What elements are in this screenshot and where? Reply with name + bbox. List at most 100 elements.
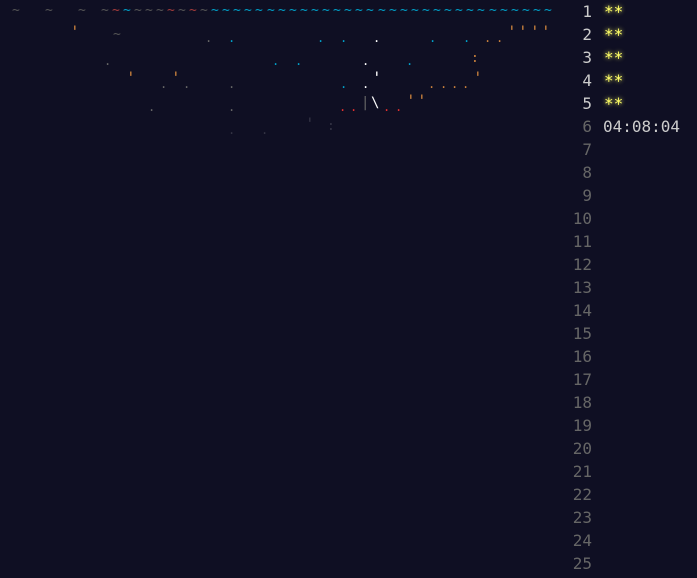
tilde-wave-icon: ~ <box>178 3 186 18</box>
calendar-day-4[interactable]: 4 ** <box>560 69 697 92</box>
colon-glyph-icon: : <box>327 119 335 134</box>
day-number: 2 <box>582 25 592 44</box>
dot-glyph-icon: . <box>496 31 504 45</box>
star-icon: ** <box>604 48 624 67</box>
tilde-wave-icon: ~ <box>522 3 530 18</box>
dot-glyph-icon: . <box>261 123 269 137</box>
dot-glyph-icon: . <box>406 54 414 68</box>
apostrophe-glyph-icon: ' <box>541 22 551 41</box>
day-number: 9 <box>582 186 592 205</box>
calendar-day-18: 18 <box>560 391 697 414</box>
dot-glyph-icon: . <box>205 31 213 45</box>
tilde-wave-icon: ~ <box>544 3 552 18</box>
day-number: 4 <box>582 71 592 90</box>
dot-glyph-icon: . <box>362 54 370 68</box>
tilde-wave-icon: ~ <box>267 3 275 18</box>
calendar-day-14: 14 <box>560 299 697 322</box>
star-icon: ** <box>604 2 624 21</box>
apostrophe-glyph-icon: ' <box>406 91 416 110</box>
backslash-glyph-icon: \ <box>371 95 380 111</box>
dot-glyph-icon: . <box>228 123 236 137</box>
tilde-wave-icon: ~ <box>355 3 363 18</box>
calendar-day-9: 9 <box>560 184 697 207</box>
tilde-wave-icon: ~ <box>113 27 121 42</box>
tilde-wave-icon: ~ <box>378 3 386 18</box>
calendar-day-8: 8 <box>560 161 697 184</box>
day-number: 16 <box>572 347 592 366</box>
dot-glyph-icon: . <box>340 31 348 45</box>
tilde-wave-icon: ~ <box>78 3 86 18</box>
calendar-day-13: 13 <box>560 276 697 299</box>
dot-glyph-icon: . <box>183 77 191 91</box>
calendar-day-24: 24 <box>560 529 697 552</box>
calendar-day-3[interactable]: 3 ** <box>560 46 697 69</box>
tilde-wave-icon: ~ <box>433 3 441 18</box>
apostrophe-glyph-icon: ' <box>372 68 382 87</box>
day-number: 7 <box>582 140 592 159</box>
calendar-day-21: 21 <box>560 460 697 483</box>
calendar-day-10: 10 <box>560 207 697 230</box>
tilde-wave-icon: ~ <box>422 3 430 18</box>
calendar-day-1[interactable]: 1 ** <box>560 0 697 23</box>
dot-glyph-icon: . <box>272 54 280 68</box>
calendar-day-17: 17 <box>560 368 697 391</box>
countdown-timer: 04:08:04 <box>603 117 681 136</box>
tilde-wave-icon: ~ <box>112 3 120 18</box>
tilde-wave-icon: ~ <box>311 3 319 18</box>
day-number: 15 <box>572 324 592 343</box>
tilde-wave-icon: ~ <box>101 3 109 18</box>
dot-glyph-icon: . <box>295 54 303 68</box>
calendar-day-2[interactable]: 2 ** <box>560 23 697 46</box>
tilde-wave-icon: ~ <box>211 3 219 18</box>
dot-glyph-icon: . <box>104 54 112 68</box>
advent-calendar-screen: ~ ~ ~ ~ ~ ~ ~ ~ ~ ~ ~ ~ ~ ~ ~ ~ ~ ~ ~ ~ ~ ~ ~ ~ ~ ~ ~ ~ ~ ~ ~ ~ ~ ~ ~ ~ ~ ~ ~ ~… <box>0 0 697 578</box>
tilde-wave-icon: ~ <box>489 3 497 18</box>
tilde-wave-icon: ~ <box>366 3 374 18</box>
tilde-wave-icon: ~ <box>333 3 341 18</box>
day-number: 24 <box>572 531 592 550</box>
tilde-wave-icon: ~ <box>278 3 286 18</box>
tilde-wave-icon: ~ <box>233 3 241 18</box>
dot-glyph-icon: . <box>148 100 156 114</box>
tilde-wave-icon: ~ <box>511 3 519 18</box>
apostrophe-glyph-icon: ' <box>126 68 136 87</box>
day-number: 21 <box>572 462 592 481</box>
tilde-wave-icon: ~ <box>400 3 408 18</box>
apostrophe-glyph-icon: ' <box>473 68 483 87</box>
day-number: 3 <box>582 48 592 67</box>
dot-glyph-icon: . <box>429 31 437 45</box>
tilde-wave-icon: ~ <box>466 3 474 18</box>
tilde-wave-icon: ~ <box>289 3 297 18</box>
star-icon: ** <box>604 94 624 113</box>
day-number: 1 <box>582 2 592 21</box>
tilde-wave-icon: ~ <box>12 3 20 18</box>
calendar-day-5[interactable]: 5 ** <box>560 92 697 115</box>
calendar-day-6[interactable]: 6 04:08:04 <box>560 115 697 138</box>
apostrophe-glyph-icon: ' <box>530 22 540 41</box>
colon-glyph-icon: : <box>471 51 479 66</box>
tilde-wave-icon: ~ <box>45 3 53 18</box>
tilde-wave-icon: ~ <box>389 3 397 18</box>
tilde-wave-icon: ~ <box>300 3 308 18</box>
tilde-wave-icon: ~ <box>145 3 153 18</box>
dot-glyph-icon: . <box>484 31 492 45</box>
pipe-glyph-icon: | <box>361 95 370 111</box>
day-number: 11 <box>572 232 592 251</box>
tilde-wave-icon: ~ <box>533 3 541 18</box>
calendar-day-16: 16 <box>560 345 697 368</box>
tilde-wave-icon: ~ <box>455 3 463 18</box>
day-number: 5 <box>582 94 592 113</box>
day-number: 14 <box>572 301 592 320</box>
tilde-wave-icon: ~ <box>411 3 419 18</box>
dot-glyph-icon: . <box>228 100 236 114</box>
dot-glyph-icon: . <box>362 77 370 91</box>
dot-glyph-icon: . <box>339 100 347 114</box>
dot-glyph-icon: . <box>395 100 403 114</box>
tilde-wave-icon: ~ <box>322 3 330 18</box>
dot-glyph-icon: . <box>462 77 470 91</box>
tilde-wave-icon: ~ <box>500 3 508 18</box>
day-number: 18 <box>572 393 592 412</box>
star-icon: ** <box>604 25 624 44</box>
tilde-wave-icon: ~ <box>123 3 131 18</box>
dot-glyph-icon: . <box>317 31 325 45</box>
